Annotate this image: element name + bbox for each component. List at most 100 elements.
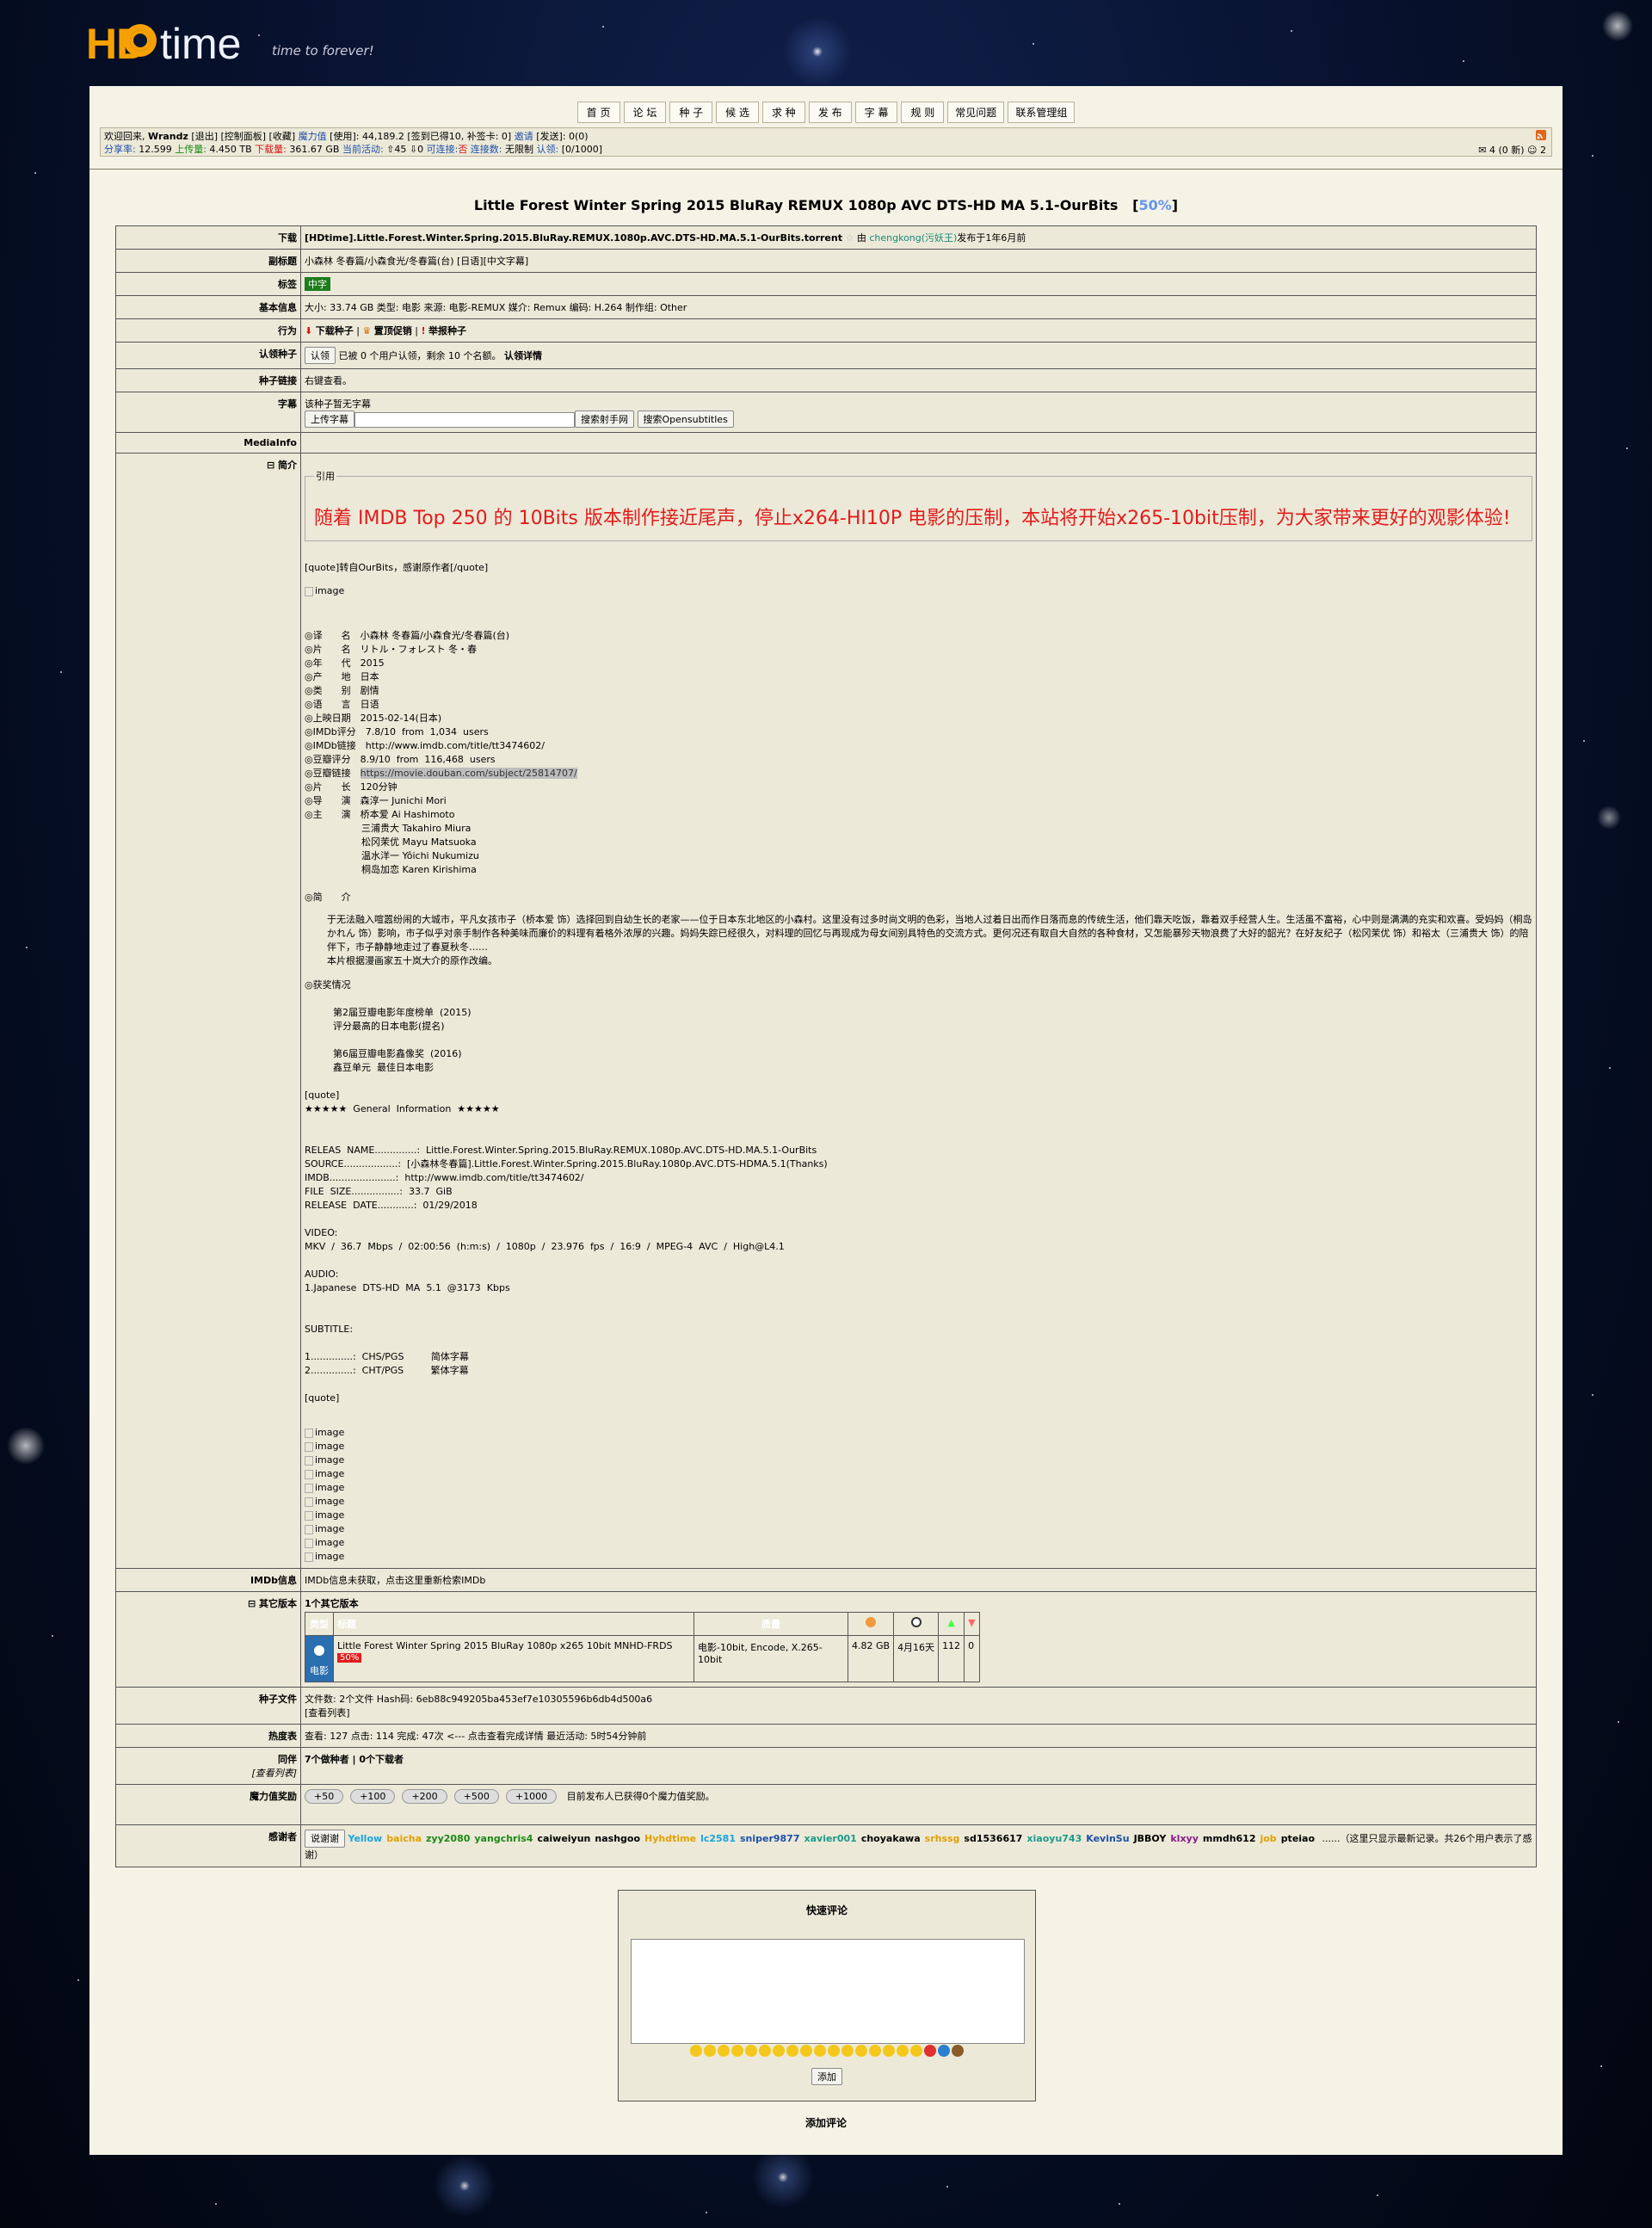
smiley-icon[interactable]: [731, 2045, 743, 2057]
smiley-icon[interactable]: [924, 2045, 936, 2057]
other-version-leechers[interactable]: 0: [964, 1635, 980, 1682]
smiley-icon[interactable]: [855, 2045, 867, 2057]
col-quality[interactable]: 质量: [693, 1612, 848, 1636]
userbar-segment[interactable]: 认领:: [537, 144, 559, 155]
smiley-icon[interactable]: [704, 2045, 716, 2057]
rss-icon[interactable]: [1536, 130, 1546, 144]
nav-item[interactable]: 字 幕: [854, 102, 898, 123]
movie-category-icon[interactable]: [309, 1640, 330, 1661]
bonus-button[interactable]: +50: [305, 1789, 344, 1804]
bookmark-star-icon[interactable]: ☆: [845, 232, 854, 244]
userbar-segment[interactable]: 当前活动:: [342, 144, 384, 155]
thanks-user[interactable]: xavier001: [804, 1833, 857, 1844]
imdb-refresh-link[interactable]: 这里重新检索IMDb: [404, 1575, 485, 1586]
smiley-icon[interactable]: [800, 2045, 812, 2057]
add-comment-link[interactable]: 添加评论: [89, 2115, 1563, 2130]
submit-comment-button[interactable]: 添加: [811, 2068, 842, 2085]
view-peers-link[interactable]: [查看列表]: [251, 1768, 297, 1779]
heat-info[interactable]: 查看: 127 点击: 114 完成: 47次 <--- 点击查看完成详情 最近…: [300, 1724, 1537, 1748]
col-seeders-icon[interactable]: ▲: [938, 1612, 965, 1636]
nav-item[interactable]: 常见问题: [947, 102, 1005, 123]
thanks-user[interactable]: Yellow: [348, 1833, 383, 1844]
claim-button[interactable]: 认领: [305, 347, 336, 364]
smiley-icon[interactable]: [869, 2045, 881, 2057]
nav-item[interactable]: 首 页: [576, 102, 620, 123]
col-title[interactable]: 标题: [333, 1612, 694, 1636]
label-description[interactable]: ⊟ 简介: [115, 453, 301, 1569]
col-size-icon[interactable]: [847, 1612, 895, 1636]
smiley-icon[interactable]: [759, 2045, 771, 2057]
thanks-user[interactable]: yangchris4: [474, 1833, 533, 1844]
sticky-promo-link[interactable]: 置顶促销: [374, 325, 412, 336]
smiley-icon[interactable]: [814, 2045, 826, 2057]
comment-textarea[interactable]: [631, 1939, 1025, 2044]
userbar-segment[interactable]: 可连接:: [427, 144, 459, 155]
thanks-user[interactable]: choyakawa: [861, 1833, 921, 1844]
bonus-button[interactable]: +500: [453, 1789, 499, 1804]
thanks-user[interactable]: xiaoyu743: [1026, 1833, 1082, 1844]
thanks-user[interactable]: job: [1260, 1833, 1276, 1844]
report-torrent-link[interactable]: 举报种子: [428, 325, 466, 336]
view-files-link[interactable]: [查看列表]: [305, 1707, 350, 1719]
search-shooter-button[interactable]: 搜索射手网: [575, 410, 634, 428]
torrent-file-link[interactable]: [HDtime].Little.Forest.Winter.Spring.201…: [305, 232, 842, 244]
thanks-user[interactable]: mmdh612: [1203, 1833, 1256, 1844]
thanks-user[interactable]: baicha: [386, 1833, 422, 1844]
col-type[interactable]: 类型: [305, 1612, 334, 1636]
thanks-user[interactable]: nashgoo: [595, 1833, 640, 1844]
uploader-link[interactable]: chengkong: [869, 232, 921, 244]
table-row[interactable]: 电影 Little Forest Winter Spring 2015 BluR…: [305, 1635, 980, 1682]
other-version-seeders[interactable]: 112: [938, 1635, 965, 1682]
thanks-user[interactable]: lc2581: [700, 1833, 736, 1844]
userbar-segment[interactable]: 分享率:: [104, 144, 136, 155]
nav-item[interactable]: 候 选: [716, 102, 759, 123]
bonus-button[interactable]: +100: [350, 1789, 396, 1804]
search-opensubtitles-button[interactable]: 搜索Opensubtitles: [637, 410, 734, 428]
thanks-user[interactable]: zyy2080: [426, 1833, 470, 1844]
smiley-icon[interactable]: [786, 2045, 798, 2057]
smiley-icon[interactable]: [952, 2045, 964, 2057]
col-time-icon[interactable]: [893, 1612, 940, 1636]
other-version-title[interactable]: Little Forest Winter Spring 2015 BluRay …: [337, 1640, 673, 1651]
thanks-user[interactable]: srhssg: [925, 1833, 960, 1844]
thanks-user[interactable]: klxyy: [1170, 1833, 1199, 1844]
thanks-user[interactable]: pteiao: [1281, 1833, 1315, 1844]
smiley-icon[interactable]: [883, 2045, 895, 2057]
col-leechers-icon[interactable]: ▼: [964, 1612, 980, 1636]
nav-item[interactable]: 规 则: [901, 102, 945, 123]
thanks-user[interactable]: Hyhdtime: [644, 1833, 696, 1844]
smiley-icon[interactable]: [841, 2045, 854, 2057]
torrent-link-text[interactable]: 右键查看。: [300, 368, 1537, 392]
bonus-button[interactable]: +1000: [505, 1789, 558, 1804]
download-torrent-link[interactable]: 下载种子: [316, 325, 354, 336]
thanks-user[interactable]: KevinSu: [1086, 1833, 1129, 1844]
say-thanks-button[interactable]: 说谢谢: [305, 1830, 345, 1848]
claim-detail-link[interactable]: 认领详情: [504, 350, 542, 361]
userbar-segment[interactable]: 连接数:: [467, 144, 502, 155]
smiley-icon[interactable]: [910, 2045, 922, 2057]
nav-item[interactable]: 种 子: [669, 102, 713, 123]
label-other-versions[interactable]: ⊟ 其它版本: [115, 1591, 301, 1688]
thanks-user[interactable]: JBBOY: [1134, 1833, 1167, 1844]
thanks-user[interactable]: sniper9877: [740, 1833, 800, 1844]
userbar-segment[interactable]: 邀请: [515, 131, 533, 142]
userbar-segment[interactable]: 魔力值: [299, 131, 327, 142]
nav-item[interactable]: 求 种: [761, 102, 805, 123]
douban-link[interactable]: https://movie.douban.com/subject/2581470…: [360, 768, 577, 779]
label-mediainfo[interactable]: MediaInfo: [115, 432, 301, 454]
smiley-icon[interactable]: [773, 2045, 785, 2057]
messages-status[interactable]: ✉ 4 (0 新) ☺ 2: [1478, 144, 1546, 157]
smiley-icon[interactable]: [938, 2045, 950, 2057]
nav-item[interactable]: 发 布: [808, 102, 852, 123]
smiley-icon[interactable]: [897, 2045, 909, 2057]
smiley-icon[interactable]: [745, 2045, 757, 2057]
thanks-user[interactable]: caiweiyun: [537, 1833, 590, 1844]
subtitle-search-input[interactable]: [354, 412, 575, 428]
upload-subtitle-button[interactable]: 上传字幕: [305, 410, 354, 428]
nav-item[interactable]: 联系管理组: [1008, 102, 1076, 123]
smiley-icon[interactable]: [828, 2045, 840, 2057]
nav-item[interactable]: 论 坛: [623, 102, 667, 123]
smiley-icon[interactable]: [690, 2045, 702, 2057]
thanks-user[interactable]: sd1536617: [964, 1833, 1022, 1844]
smiley-icon[interactable]: [718, 2045, 730, 2057]
